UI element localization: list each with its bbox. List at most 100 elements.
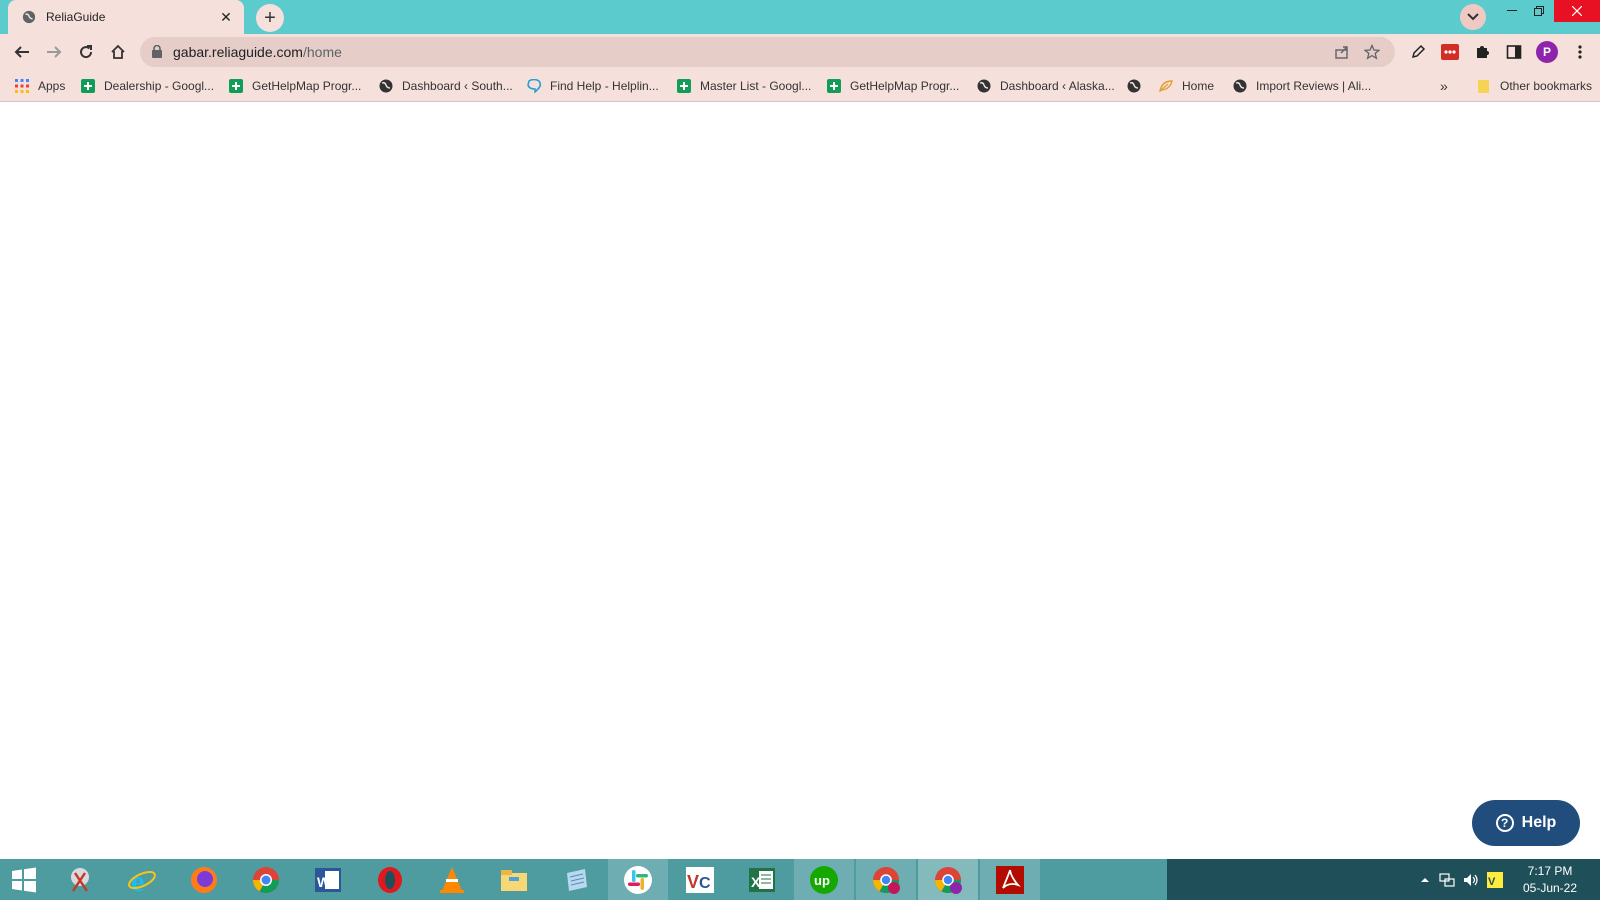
taskbar-acrobat[interactable] [980,859,1040,900]
bookmark-dashboard-alaska[interactable]: Dashboard ‹ Alaska... [976,77,1115,95]
chrome-profile-p-icon [934,866,962,894]
taskbar-slack[interactable] [608,859,668,900]
bookmark-dashboard-south[interactable]: Dashboard ‹ South... [378,77,513,95]
leaf-icon [1158,78,1174,94]
taskbar-chrome-profile-p[interactable] [918,859,978,900]
taskbar-clock[interactable]: 7:17 PM 05-Jun-22 [1510,863,1590,897]
bookmark-gethelpmap-1[interactable]: GetHelpMap Progr... [228,77,361,95]
share-icon [1335,46,1348,59]
new-tab-button[interactable]: + [256,4,284,32]
extension-lastpass-button[interactable] [1438,40,1462,64]
bookmark-master-list[interactable]: Master List - Googl... [676,77,811,95]
lock-icon [152,45,162,58]
taskbar-internet-explorer[interactable]: e [112,859,172,900]
star-icon [1364,44,1380,60]
bookmark-label: Home [1182,79,1215,93]
bookmark-label: Master List - Googl... [700,79,812,93]
taskbar-snipping-tool[interactable] [50,859,110,900]
bookmark-find-help[interactable]: Find Help - Helplin... [526,77,659,95]
taskbar-notepad[interactable] [546,859,606,900]
globe-icon [378,78,394,94]
sheets-icon [228,78,244,94]
taskbar-chrome[interactable] [236,859,296,900]
vc-tray-button[interactable]: V [1484,859,1506,900]
other-bookmarks[interactable]: Other bookmarks [1476,77,1592,95]
home-button[interactable] [104,38,132,66]
reload-button[interactable] [72,38,100,66]
svg-text:V: V [687,872,699,892]
network-tray-button[interactable] [1436,859,1458,900]
address-bar[interactable]: gabar.reliaguide.com/home [140,37,1395,67]
url-host: gabar.reliaguide.com [173,44,303,60]
upwork-icon: up [810,865,838,894]
other-bookmarks-label: Other bookmarks [1500,79,1593,93]
taskbar-firefox[interactable] [174,859,234,900]
forward-button[interactable] [40,38,68,66]
taskbar-vc-app[interactable]: VC [670,859,730,900]
taskbar-upwork[interactable]: up [794,859,854,900]
close-icon [1572,6,1582,16]
clock-time: 7:17 PM [1527,864,1573,878]
reload-icon [80,45,93,59]
notepad-icon [567,868,587,891]
snipping-tool-icon [71,867,89,892]
tab-reliaguide[interactable]: ReliaGuide ✕ [8,0,244,34]
bookmark-label: Find Help - Helplin... [550,79,659,93]
restore-button[interactable] [1524,0,1554,22]
url-text: gabar.reliaguide.com/home [173,44,342,60]
sheets-icon [676,78,692,94]
title-bar: ReliaGuide ✕ + [0,0,1600,34]
taskbar-excel[interactable]: X [732,859,792,900]
globe-icon [1232,78,1248,94]
bookmark-import-reviews[interactable]: Import Reviews | Ali... [1232,77,1371,95]
minimize-button[interactable] [1500,0,1524,22]
bookmark-dealership[interactable]: Dealership - Googl... [80,77,214,95]
svg-text:W: W [317,874,331,890]
share-button[interactable] [1332,42,1352,62]
puzzle-icon [1477,46,1489,58]
bookmark-gethelpmap-2[interactable]: GetHelpMap Progr... [826,77,959,95]
help-button[interactable]: ? Help [1472,800,1580,846]
file-explorer-icon [501,869,527,891]
taskbar-chrome-profile-r[interactable] [856,859,916,900]
close-tab-icon[interactable]: ✕ [218,9,234,25]
acrobat-icon [996,865,1024,894]
tab-search-button[interactable] [1460,4,1486,30]
bookmark-home[interactable]: Home [1158,77,1214,95]
taskbar-vlc[interactable] [422,859,482,900]
volume-tray-button[interactable] [1460,859,1482,900]
bookmark-star-button[interactable] [1362,42,1382,62]
vlc-icon [440,866,464,893]
close-window-button[interactable] [1554,0,1600,22]
bookmark-apps[interactable]: Apps [14,77,65,95]
bookmarks-bar: Apps Dealership - Googl... GetHelpMap Pr… [0,70,1600,102]
folder-icon [1476,78,1492,94]
windows-start-icon [12,867,36,892]
extension-pen-button[interactable] [1406,40,1430,64]
browser-menu-button[interactable] [1568,40,1592,64]
chat-icon [526,78,542,94]
bookmarks-overflow-button[interactable]: » [1440,77,1448,95]
arrow-left-icon [14,46,29,58]
browser-toolbar: gabar.reliaguide.com/home P [0,34,1600,70]
start-button[interactable] [0,859,48,900]
bookmark-label: Import Reviews | Ali... [1256,79,1372,93]
extensions-button[interactable] [1470,40,1494,64]
globe-icon [1126,78,1142,94]
show-hidden-icons-button[interactable] [1416,859,1434,900]
speaker-icon [1464,873,1478,886]
bookmark-unnamed[interactable] [1126,77,1150,95]
bookmark-label: Dashboard ‹ Alaska... [1000,79,1115,93]
bookmark-label: Dealership - Googl... [104,79,215,93]
bookmark-label: GetHelpMap Progr... [252,79,362,93]
taskbar-file-explorer[interactable] [484,859,544,900]
windows-taskbar: e W VC X up V 7:17 PM 05-Jun-22 [0,859,1600,900]
side-panel-button[interactable] [1502,40,1526,64]
svg-text:C: C [699,875,711,892]
globe-icon [22,10,36,24]
profile-avatar[interactable]: P [1536,41,1558,63]
back-button[interactable] [8,38,36,66]
taskbar-word[interactable]: W [298,859,358,900]
taskbar-opera[interactable] [360,859,420,900]
side-panel-icon [1506,45,1522,59]
